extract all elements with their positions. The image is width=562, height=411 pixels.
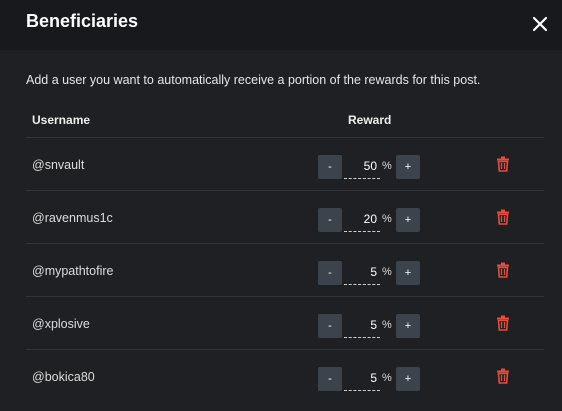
trash-icon <box>497 368 509 384</box>
beneficiary-username: @xplosive <box>32 317 90 331</box>
decrease-reward-button[interactable]: - <box>318 208 342 232</box>
delete-beneficiary-button[interactable] <box>496 315 512 333</box>
delete-beneficiary-button[interactable] <box>496 156 512 174</box>
beneficiary-row: @mypathtofire - 5 % + <box>26 243 544 296</box>
beneficiary-row: @snvault - 50 % + <box>26 137 544 190</box>
reward-input[interactable]: 5 <box>344 367 380 391</box>
reward-stepper: - 20 % + <box>318 208 428 232</box>
column-header-username: Username <box>32 113 91 127</box>
percent-label: % <box>382 372 392 384</box>
increase-reward-button[interactable]: + <box>396 208 420 232</box>
trash-icon <box>497 156 509 172</box>
increase-reward-button[interactable]: + <box>396 367 420 391</box>
increase-reward-button[interactable]: + <box>396 155 420 179</box>
percent-label: % <box>382 160 392 172</box>
reward-input[interactable]: 5 <box>344 261 380 285</box>
reward-stepper: - 50 % + <box>318 155 428 179</box>
percent-label: % <box>382 213 392 225</box>
beneficiary-row: @xplosive - 5 % + <box>26 296 544 349</box>
dialog-title: Beneficiaries <box>26 11 139 31</box>
decrease-reward-button[interactable]: - <box>318 314 342 338</box>
increase-reward-button[interactable]: + <box>396 314 420 338</box>
decrease-reward-button[interactable]: - <box>318 261 342 285</box>
beneficiary-username: @mypathtofire <box>32 264 114 278</box>
trash-icon <box>497 262 509 278</box>
beneficiaries-list: @snvault - 50 % + @ravenmus1c - 20 % + @… <box>26 137 544 402</box>
trash-icon <box>497 315 509 331</box>
dialog-description: Add a user you want to automatically rec… <box>26 73 481 87</box>
percent-label: % <box>382 266 392 278</box>
reward-input[interactable]: 5 <box>344 314 380 338</box>
reward-stepper: - 5 % + <box>318 367 428 391</box>
dialog-header: Beneficiaries <box>0 0 562 50</box>
delete-beneficiary-button[interactable] <box>496 209 512 227</box>
percent-label: % <box>382 319 392 331</box>
delete-beneficiary-button[interactable] <box>496 262 512 280</box>
beneficiary-username: @ravenmus1c <box>32 211 113 225</box>
close-icon <box>532 16 548 32</box>
reward-stepper: - 5 % + <box>318 261 428 285</box>
reward-stepper: - 5 % + <box>318 314 428 338</box>
decrease-reward-button[interactable]: - <box>318 367 342 391</box>
beneficiaries-dialog: Beneficiaries Add a user you want to aut… <box>0 0 562 411</box>
delete-beneficiary-button[interactable] <box>496 368 512 386</box>
beneficiary-row: @ravenmus1c - 20 % + <box>26 190 544 243</box>
beneficiary-row: @bokica80 - 5 % + <box>26 349 544 402</box>
close-button[interactable] <box>526 10 554 38</box>
column-header-reward: Reward <box>348 113 392 127</box>
beneficiary-username: @snvault <box>32 158 85 172</box>
reward-input[interactable]: 50 <box>344 155 380 179</box>
decrease-reward-button[interactable]: - <box>318 155 342 179</box>
trash-icon <box>497 209 509 225</box>
increase-reward-button[interactable]: + <box>396 261 420 285</box>
beneficiary-username: @bokica80 <box>32 370 95 384</box>
reward-input[interactable]: 20 <box>344 208 380 232</box>
